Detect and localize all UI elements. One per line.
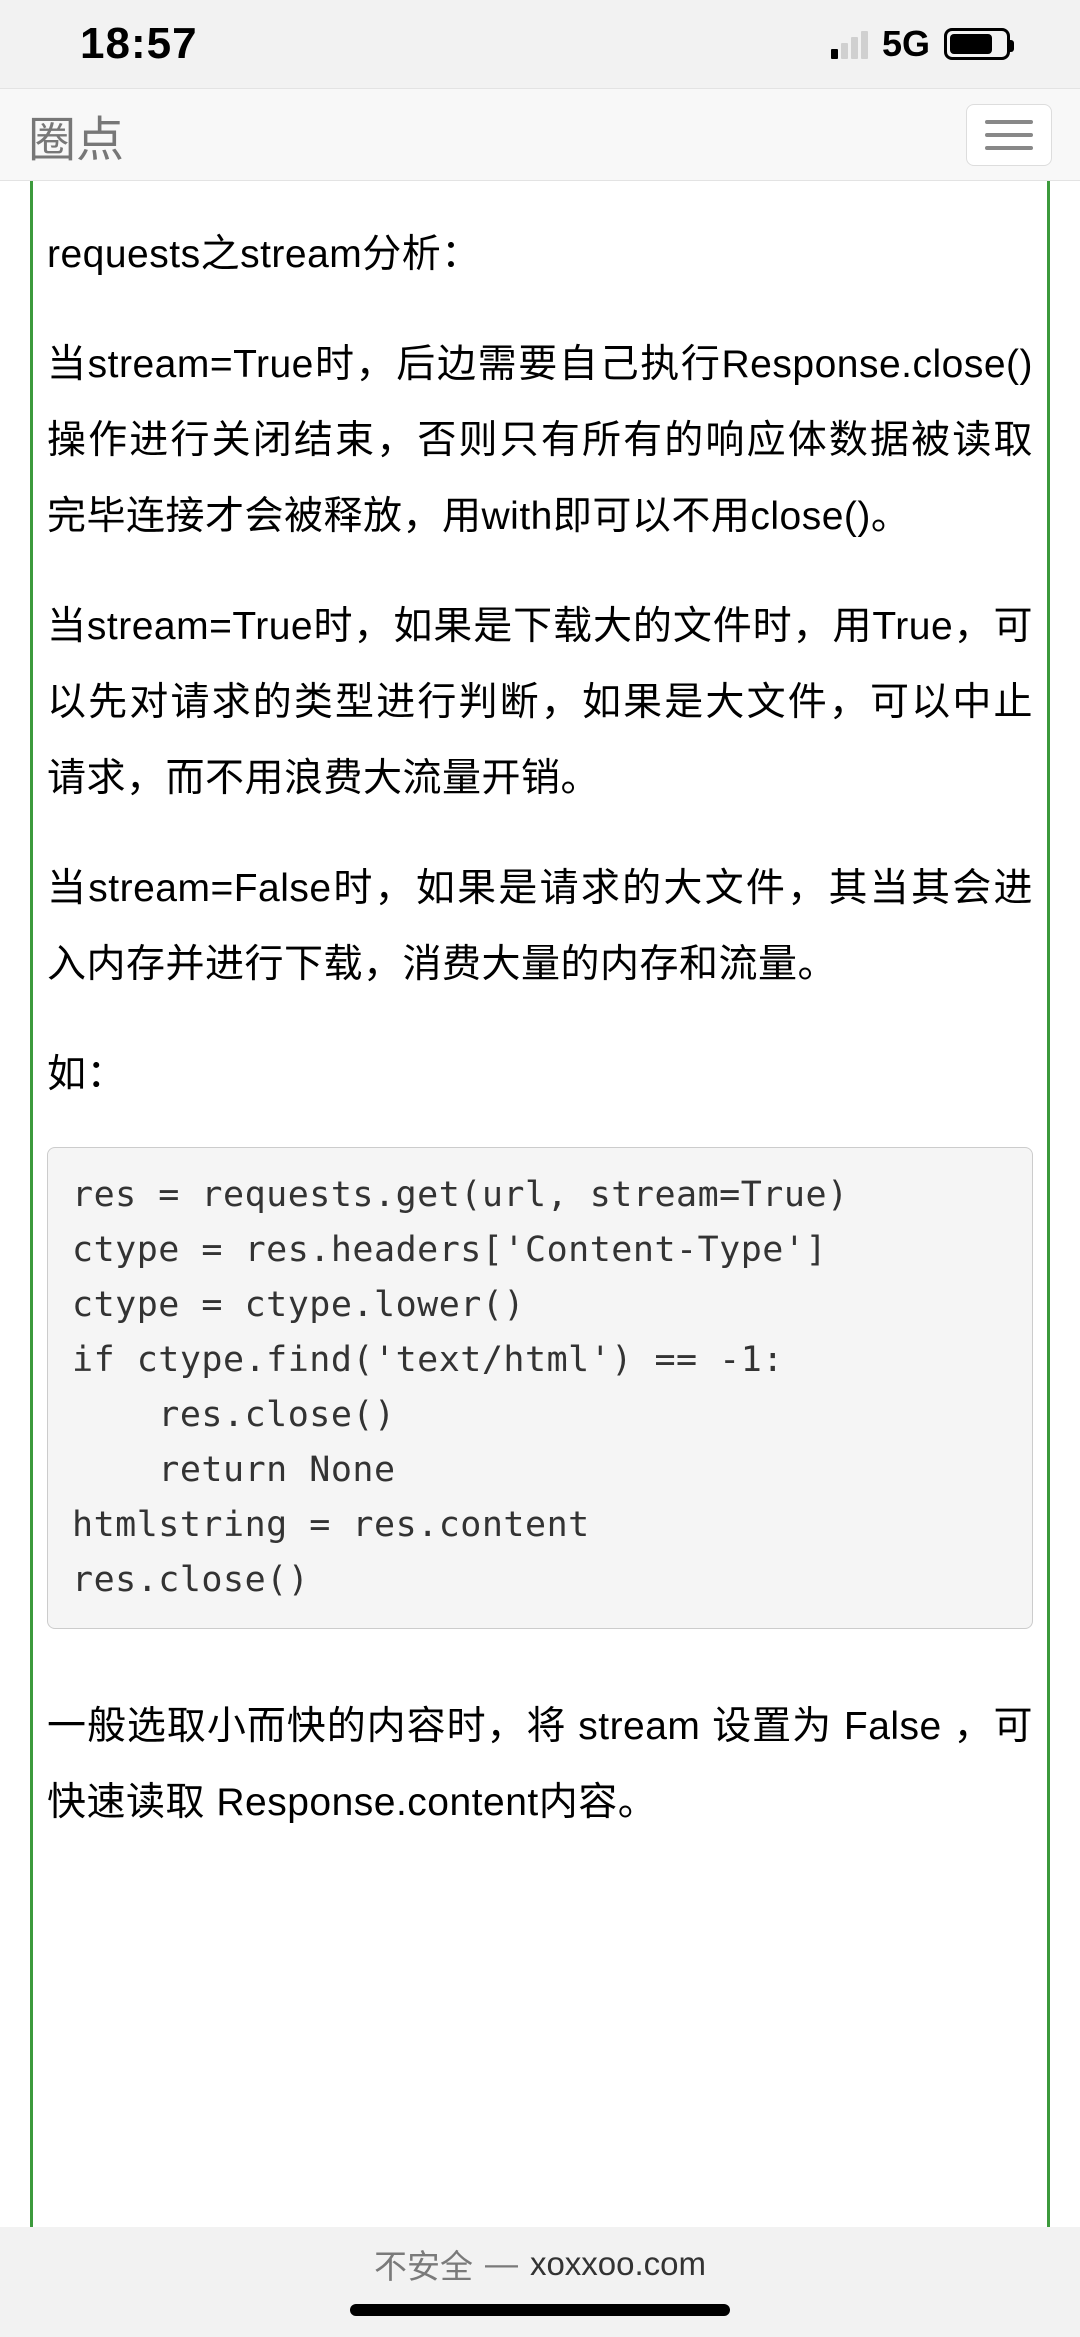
status-bar: 18:57 5G — [0, 0, 1080, 88]
paragraph: 一般选取小而快的内容时，将 stream 设置为 False ，可快速读取 Re… — [47, 1689, 1033, 1841]
paragraph: requests之stream分析： — [47, 217, 1033, 293]
signal-icon — [831, 29, 868, 59]
paragraph: 当stream=False时，如果是请求的大文件，其当其会进入内存并进行下载，消… — [47, 851, 1033, 1003]
site-title[interactable]: 圈点 — [28, 100, 124, 170]
status-time: 18:57 — [80, 19, 198, 69]
nav-bar: 圈点 — [0, 88, 1080, 181]
browser-bottom-bar: 不安全 — xoxxoo.com — [0, 2227, 1080, 2337]
separator: — — [485, 2245, 518, 2283]
paragraph: 如： — [47, 1037, 1033, 1113]
content-area[interactable]: requests之stream分析： 当stream=True时，后边需要自己执… — [0, 181, 1080, 2227]
insecure-label: 不安全 — [374, 2240, 473, 2288]
status-right: 5G — [831, 23, 1010, 65]
home-indicator[interactable] — [350, 2304, 730, 2316]
battery-icon — [944, 28, 1010, 60]
domain-label: xoxxoo.com — [530, 2245, 706, 2283]
network-label: 5G — [882, 23, 930, 65]
article-body: requests之stream分析： 当stream=True时，后边需要自己执… — [30, 181, 1050, 2227]
code-block: res = requests.get(url, stream=True) cty… — [47, 1147, 1033, 1629]
paragraph: 当stream=True时，如果是下载大的文件时，用True，可以先对请求的类型… — [47, 589, 1033, 817]
url-bar[interactable]: 不安全 — xoxxoo.com — [374, 2240, 706, 2288]
paragraph: 当stream=True时，后边需要自己执行Response.close()操作… — [47, 327, 1033, 555]
menu-icon[interactable] — [966, 104, 1052, 166]
